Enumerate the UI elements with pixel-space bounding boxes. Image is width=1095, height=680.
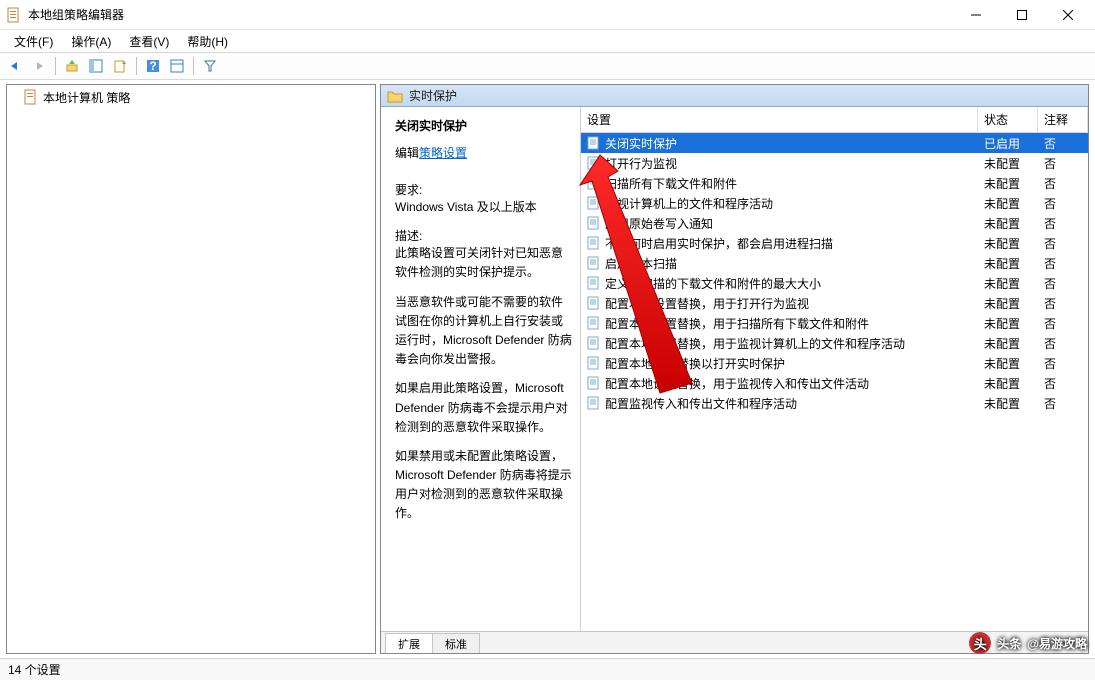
- details-header: 实时保护: [381, 85, 1088, 107]
- details-pane: 实时保护 关闭实时保护 编辑策略设置 要求: Windows Vista 及以上…: [380, 84, 1089, 654]
- menu-action[interactable]: 操作(A): [63, 31, 119, 52]
- tab-extended[interactable]: 扩展: [385, 633, 433, 653]
- app-icon: [6, 7, 22, 23]
- setting-row[interactable]: 不论何时启用实时保护，都会启用进程扫描 未配置 否: [581, 233, 1088, 253]
- tree-pane[interactable]: 本地计算机 策略: [6, 84, 376, 654]
- tree-item[interactable]: 本地计算机 策略: [9, 87, 375, 107]
- setting-row[interactable]: 配置本地设置替换以打开实时保护 未配置 否: [581, 353, 1088, 373]
- statusbar: 14 个设置: [0, 658, 1095, 680]
- properties-button[interactable]: [166, 55, 188, 77]
- menubar: 文件(F) 操作(A) 查看(V) 帮助(H): [0, 30, 1095, 52]
- setting-row[interactable]: 定义要扫描的下载文件和附件的最大大小 未配置 否: [581, 273, 1088, 293]
- filter-button[interactable]: [199, 55, 221, 77]
- setting-row[interactable]: 配置本地设置替换，用于监视传入和传出文件活动 未配置 否: [581, 373, 1088, 393]
- back-button[interactable]: [4, 55, 26, 77]
- help-button[interactable]: ?: [142, 55, 164, 77]
- setting-row[interactable]: 配置监视传入和传出文件和程序活动 未配置 否: [581, 393, 1088, 413]
- setting-row[interactable]: 监视计算机上的文件和程序活动 未配置 否: [581, 193, 1088, 213]
- setting-row[interactable]: 配置本地设置替换，用于监视计算机上的文件和程序活动 未配置 否: [581, 333, 1088, 353]
- settings-list[interactable]: 设置 状态 注释 关闭实时保护 已启用 否 打开行为监视 未配置 否 扫描所有下…: [581, 107, 1088, 631]
- setting-row[interactable]: 配置本地设置替换，用于扫描所有下载文件和附件 未配置 否: [581, 313, 1088, 333]
- close-button[interactable]: [1045, 0, 1091, 30]
- setting-row[interactable]: 启用脚本扫描 未配置 否: [581, 253, 1088, 273]
- list-header[interactable]: 设置 状态 注释: [581, 107, 1088, 133]
- titlebar: 本地组策略编辑器: [0, 0, 1095, 30]
- setting-row[interactable]: 启用原始卷写入通知 未配置 否: [581, 213, 1088, 233]
- forward-button[interactable]: [28, 55, 50, 77]
- edit-policy-link[interactable]: 策略设置: [419, 144, 467, 161]
- setting-row[interactable]: 配置本地设置替换，用于打开行为监视 未配置 否: [581, 293, 1088, 313]
- description-pane: 关闭实时保护 编辑策略设置 要求: Windows Vista 及以上版本 描述…: [381, 107, 581, 631]
- toolbar: ?: [0, 52, 1095, 80]
- setting-row[interactable]: 关闭实时保护 已启用 否: [581, 133, 1088, 153]
- menu-file[interactable]: 文件(F): [6, 31, 61, 52]
- setting-row[interactable]: 打开行为监视 未配置 否: [581, 153, 1088, 173]
- menu-help[interactable]: 帮助(H): [179, 31, 236, 52]
- col-state[interactable]: 状态: [978, 107, 1038, 132]
- watermark-icon: 头: [969, 632, 991, 654]
- export-button[interactable]: [109, 55, 131, 77]
- svg-text:?: ?: [149, 59, 156, 73]
- menu-view[interactable]: 查看(V): [121, 31, 177, 52]
- minimize-button[interactable]: [953, 0, 999, 30]
- setting-title: 关闭实时保护: [395, 117, 572, 134]
- folder-icon: [387, 88, 403, 104]
- col-note[interactable]: 注释: [1038, 107, 1088, 132]
- window-title: 本地组策略编辑器: [28, 6, 953, 23]
- col-setting[interactable]: 设置: [581, 107, 978, 132]
- details-title: 实时保护: [409, 87, 457, 104]
- tab-standard[interactable]: 标准: [432, 633, 480, 653]
- status-text: 14 个设置: [8, 661, 61, 678]
- maximize-button[interactable]: [999, 0, 1045, 30]
- setting-row[interactable]: 扫描所有下载文件和附件 未配置 否: [581, 173, 1088, 193]
- show-hide-tree-button[interactable]: [85, 55, 107, 77]
- up-button[interactable]: [61, 55, 83, 77]
- watermark: 头 头条 @易游攻略: [969, 632, 1087, 654]
